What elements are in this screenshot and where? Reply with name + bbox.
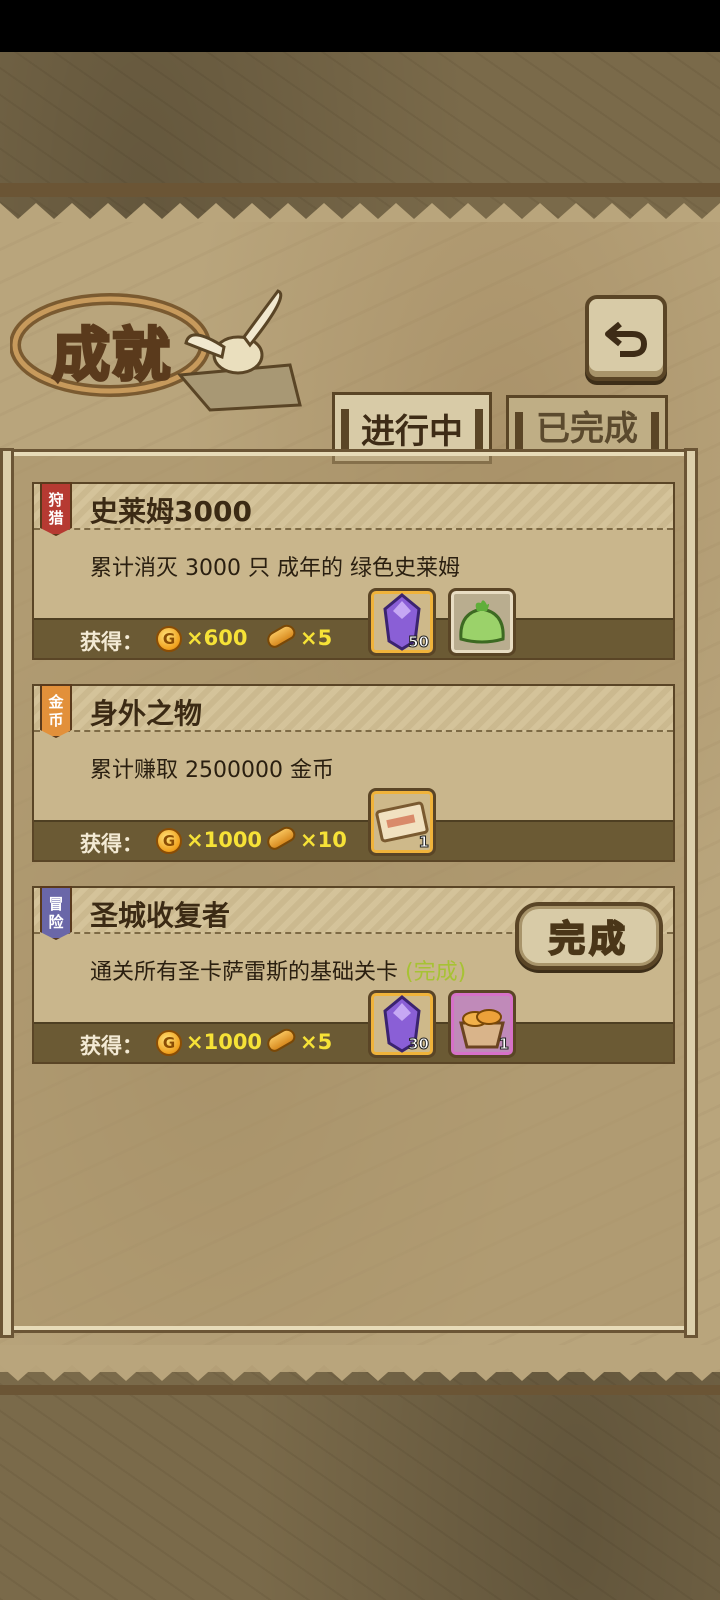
item-count: 30: [408, 1035, 430, 1054]
gold-amount: ×600: [186, 626, 248, 650]
gold-coin-icon: G: [156, 828, 182, 854]
back-button[interactable]: [585, 295, 667, 381]
reward-item-slime[interactable]: [448, 588, 516, 656]
board-post-right: [684, 448, 698, 1338]
tab-bar-left: [515, 412, 523, 452]
tab-bar-right: [475, 409, 483, 449]
tab-completed[interactable]: 已完成: [506, 395, 668, 455]
gold-coin-icon: G: [156, 626, 182, 652]
reward-bar: 获得： G ×1000 ×10: [34, 820, 673, 860]
achievement-title: 圣城收复者: [90, 899, 231, 932]
tab-in-progress-label: 进行中: [361, 411, 463, 452]
completed-tag: (完成): [405, 960, 467, 985]
status-bar: [0, 0, 720, 52]
return-arrow-icon: [605, 321, 648, 357]
reward-label: 获得：: [80, 630, 143, 654]
top-zigzag-border: [0, 183, 720, 223]
reward-item-crystal[interactable]: 30: [368, 990, 436, 1058]
badge-text: 冒险: [48, 895, 64, 931]
bread-amount: ×5: [300, 626, 333, 650]
tab-bar-left: [341, 409, 349, 449]
achievement-description: 累计消灭 3000 只 成年的 绿色史莱姆: [90, 550, 460, 582]
reward-label: 获得：: [80, 832, 143, 856]
tab-completed-label: 已完成: [536, 408, 638, 449]
reward-item-bread-basket[interactable]: 1: [448, 990, 516, 1058]
gold-amount: ×1000: [186, 828, 263, 852]
complete-button[interactable]: 完成: [515, 902, 663, 970]
reward-bar: 获得： G ×600 ×5: [34, 618, 673, 658]
category-badge: 冒险: [40, 886, 72, 940]
achievement-description: 通关所有圣卡萨雷斯的基础关卡 (完成): [90, 954, 466, 986]
reward-item-crystal[interactable]: 50: [368, 588, 436, 656]
page-title: 成就: [50, 320, 173, 391]
badge-text: 狩猎: [48, 491, 64, 527]
item-count: 50: [408, 633, 430, 652]
bread-amount: ×5: [300, 1030, 333, 1054]
gold-amount: ×1000: [186, 1030, 263, 1054]
description-text: 累计赚取 2500000 金币: [90, 758, 334, 783]
description-text: 通关所有圣卡萨雷斯的基础关卡: [90, 960, 399, 985]
green-slime-icon: [459, 600, 505, 644]
bread-amount: ×10: [300, 828, 347, 852]
gold-coin-icon: G: [156, 1030, 182, 1056]
achievement-title: 史莱姆3000: [90, 495, 252, 528]
bottom-zigzag-border: [0, 1345, 720, 1395]
badge-text: 金币: [48, 693, 64, 729]
category-badge: 金币: [40, 684, 72, 738]
board-post-left: [0, 448, 14, 1338]
item-count: 1: [498, 1035, 509, 1054]
category-badge: 狩猎: [40, 482, 72, 536]
bread-icon: [264, 621, 298, 651]
achievement-title: 身外之物: [90, 697, 203, 730]
reward-item-ticket[interactable]: 1: [368, 788, 436, 856]
tab-bar-right: [651, 412, 659, 452]
achievement-card: 金币 身外之物 累计赚取 2500000 金币 获得： G ×1000 ×10 …: [32, 684, 675, 862]
bread-icon: [264, 1025, 298, 1055]
achievement-card: 狩猎 史莱姆3000 累计消灭 3000 只 成年的 绿色史莱姆 获得： G ×…: [32, 482, 675, 660]
bread-icon: [264, 823, 298, 853]
reward-bar: 获得： G ×1000 ×5: [34, 1022, 673, 1062]
description-text: 累计消灭 3000 只 成年的 绿色史莱姆: [90, 556, 460, 581]
item-count: 1: [418, 833, 429, 852]
achievement-description: 累计赚取 2500000 金币: [90, 752, 334, 784]
reward-label: 获得：: [80, 1034, 143, 1058]
